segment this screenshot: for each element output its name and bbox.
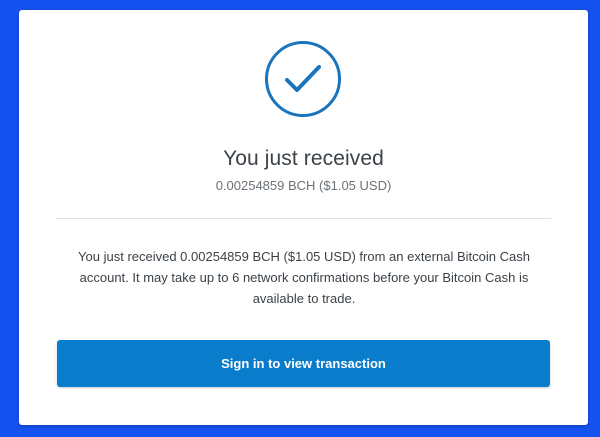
sign-in-to-view-transaction-button[interactable]: Sign in to view transaction bbox=[57, 340, 550, 387]
checkmark-circle-icon bbox=[264, 40, 342, 118]
received-message: You just received 0.00254859 BCH ($1.05 … bbox=[78, 249, 530, 306]
divider bbox=[56, 218, 551, 219]
received-amount: 0.00254859 BCH ($1.05 USD) bbox=[215, 178, 392, 193]
notification-card: You just received 0.00254859 BCH ($1.05 … bbox=[19, 10, 588, 425]
page-title: You just received bbox=[223, 147, 384, 170]
